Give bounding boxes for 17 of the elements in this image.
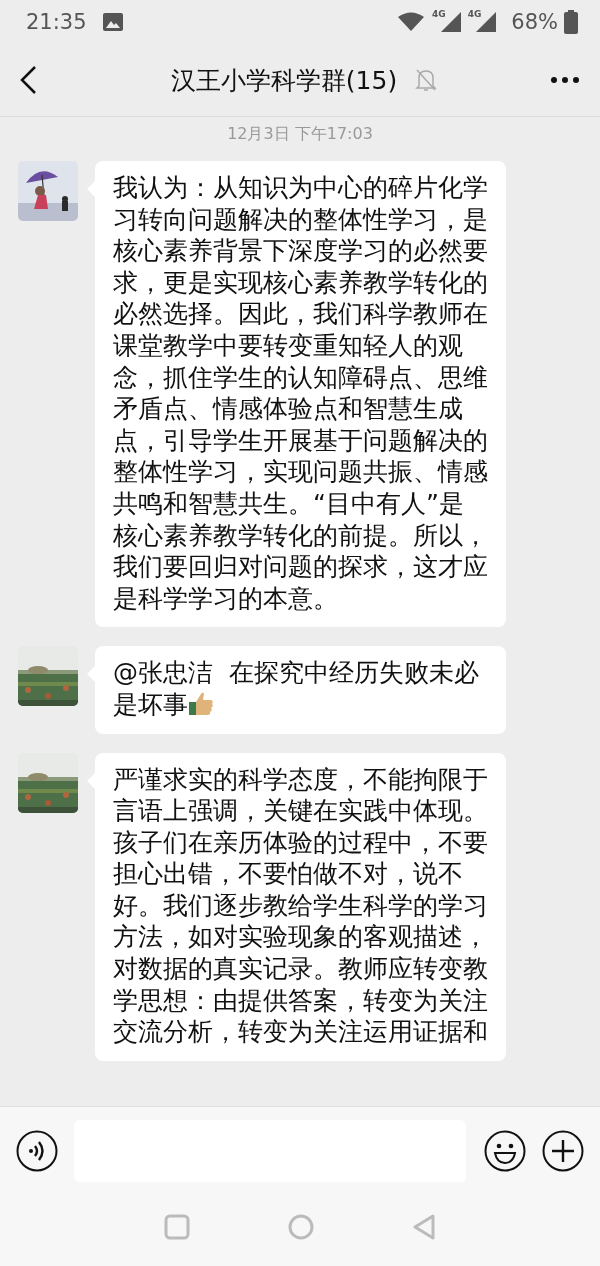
more-icon[interactable] xyxy=(550,76,580,84)
network-type-label: 4G xyxy=(467,9,482,19)
clock-time: 21:35 xyxy=(26,10,87,34)
message-text: 严谨求实的科学态度，不能拘限于言语上强调，关键在实践中体现。孩子们在亲历体验的过程中，不要担心出错，不要怕做不对，说不好。我们逐步教给学生科学的学习方法，如对实验现象的客观描述，对数据的真实记录。教师应转变教学思想：由提供答案，转变为关注交流分析，转变为关注运用证据和 xyxy=(113,763,488,1048)
message-text: @张忠洁 在探究中经历失败未必是坏事 xyxy=(113,657,480,721)
battery-icon xyxy=(564,10,578,34)
message-text: 我认为：从知识为中心的碎片化学习转向问题解决的整体性学习，是核心素养背景下深度学习的必然要求，更是实现核心素养教学转化的必然选择。因此，我们科学教师在课堂教学中要转变重知轻人的观念，抓住学生的认知障碍点、思维矛盾点、情感体验点和智慧生成点，引导学生开展基于问题解决的整体性学习，实现问题共振、情感共鸣和智慧共生。“目中有人”是核心素养教学转化的前提。所以，我们要回归对问题的探求，这才应是科学学习的本意。 xyxy=(113,172,488,615)
battery-percentage: 68% xyxy=(511,10,558,34)
add-icon[interactable] xyxy=(542,1129,584,1172)
wifi-icon xyxy=(396,11,426,33)
voice-icon[interactable] xyxy=(16,1129,58,1172)
network-type-label: 4G xyxy=(432,9,446,19)
image-icon xyxy=(102,13,123,31)
back-icon[interactable] xyxy=(18,65,38,95)
chat-title: 汉王小学科学群(15) xyxy=(170,64,398,97)
timestamp: 12月3日 下午17:03 xyxy=(226,123,374,145)
emoji-icon[interactable] xyxy=(484,1129,526,1172)
